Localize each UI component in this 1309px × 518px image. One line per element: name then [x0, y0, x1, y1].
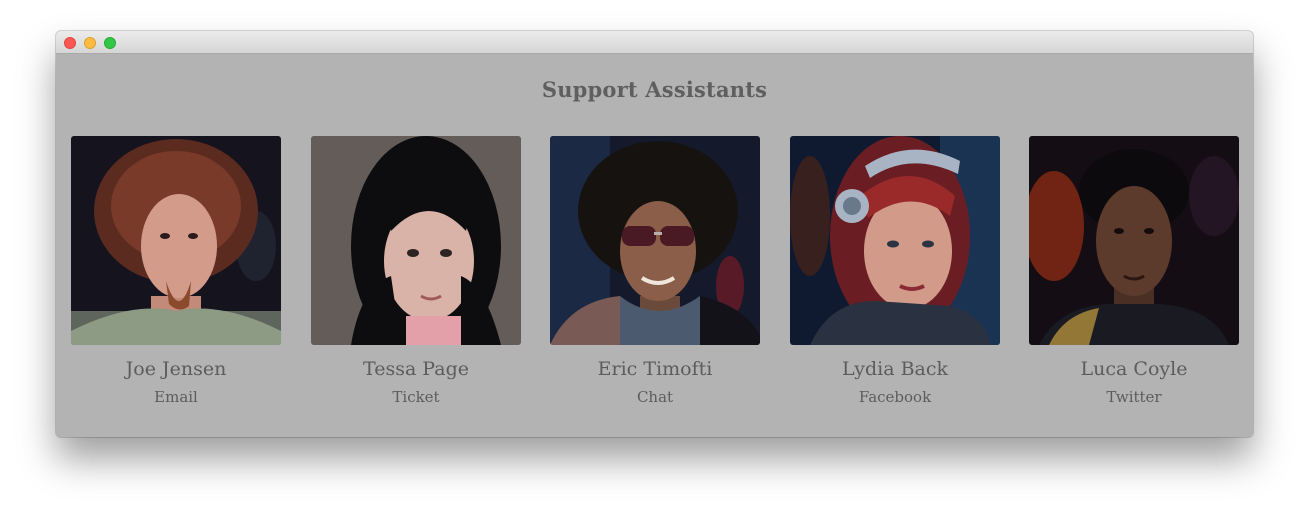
title-bar[interactable] — [56, 31, 1253, 54]
portrait-man-sunglasses-icon — [550, 136, 760, 345]
portrait-man-red-hair-icon — [71, 136, 281, 345]
assistant-avatar[interactable] — [71, 136, 281, 345]
assistant-channel: Chat — [636, 388, 674, 406]
assistant-name: Joe Jensen — [125, 358, 227, 380]
portrait-woman-red-hair-headphones-icon — [790, 136, 1000, 345]
assistant-avatar[interactable] — [790, 136, 1000, 345]
assistant-avatar[interactable] — [311, 136, 521, 345]
portrait-woman-black-hair-icon — [311, 136, 521, 345]
assistant-channel: Email — [154, 388, 198, 406]
assistant-card-luca-coyle[interactable]: Luca Coyle Twitter — [1029, 136, 1239, 406]
assistant-card-eric-timofti[interactable]: Eric Timofti Chat — [550, 136, 760, 406]
assistant-name: Eric Timofti — [597, 358, 713, 380]
app-window: Support Assistants Joe Jensen Email Tess… — [56, 31, 1253, 437]
assistant-avatar[interactable] — [550, 136, 760, 345]
zoom-window-button[interactable] — [104, 37, 116, 49]
assistant-channel: Twitter — [1106, 388, 1162, 406]
assistant-name: Luca Coyle — [1080, 358, 1188, 380]
assistant-card-joe-jensen[interactable]: Joe Jensen Email — [71, 136, 281, 406]
assistant-name: Tessa Page — [363, 358, 469, 380]
assistant-channel: Ticket — [392, 388, 440, 406]
close-window-button[interactable] — [64, 37, 76, 49]
assistant-card-tessa-page[interactable]: Tessa Page Ticket — [311, 136, 521, 406]
portrait-young-man-icon — [1029, 136, 1239, 345]
assistant-channel: Facebook — [858, 388, 932, 406]
assistant-name: Lydia Back — [841, 358, 949, 380]
page-title: Support Assistants — [541, 77, 768, 102]
assistant-avatar[interactable] — [1029, 136, 1239, 345]
minimize-window-button[interactable] — [84, 37, 96, 49]
assistant-card-lydia-back[interactable]: Lydia Back Facebook — [790, 136, 1000, 406]
